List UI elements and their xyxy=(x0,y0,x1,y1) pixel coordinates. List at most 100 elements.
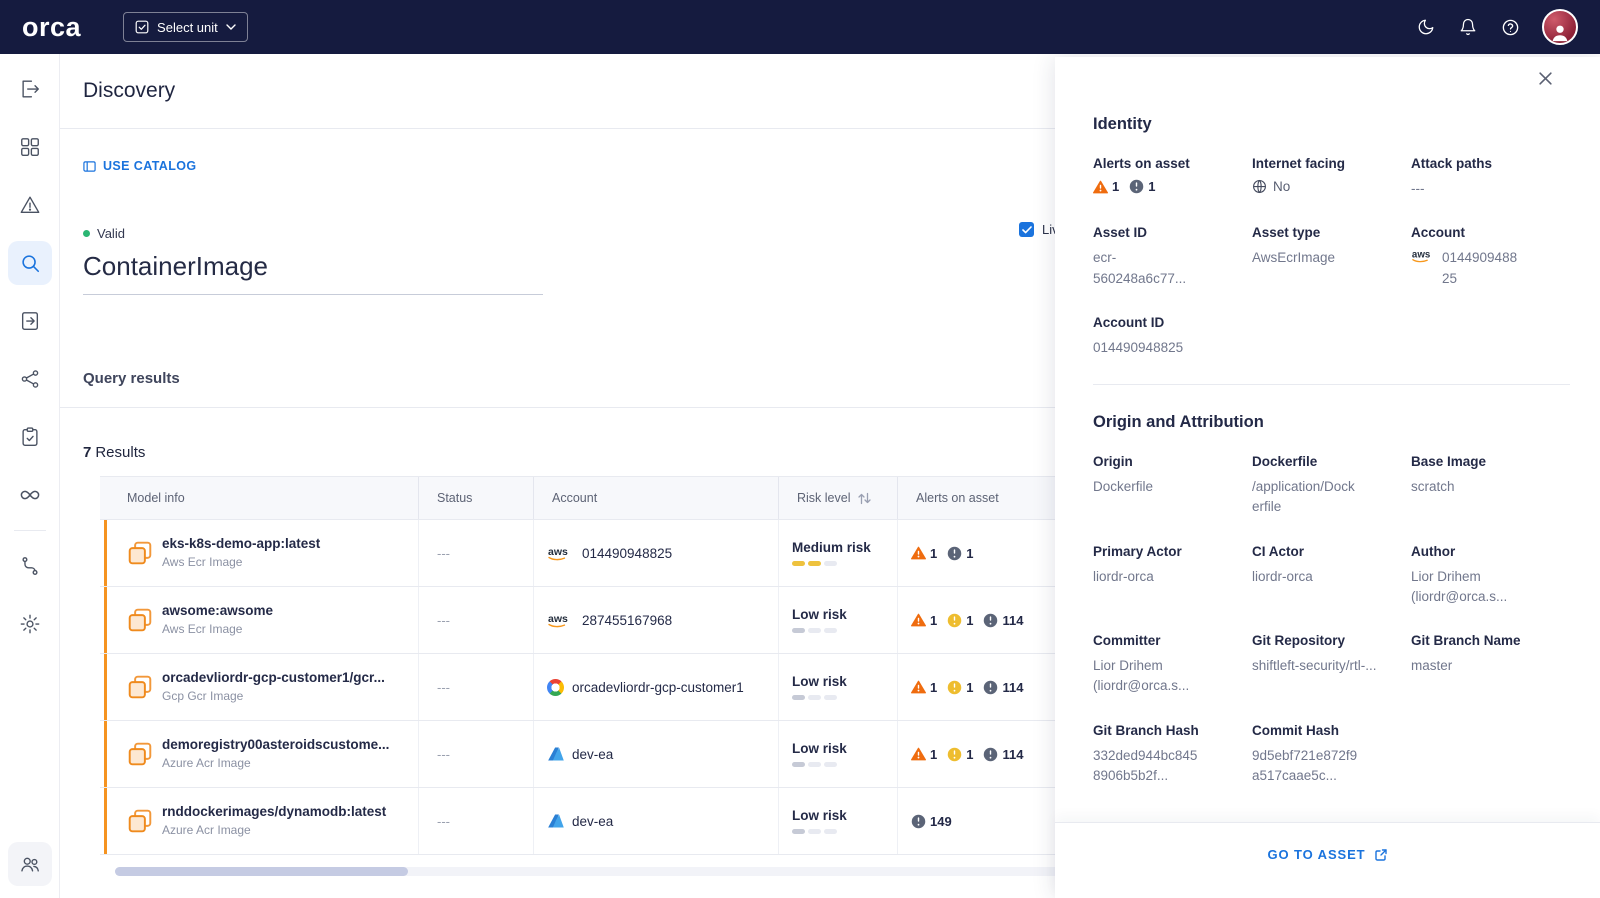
column-header-model-info[interactable]: Model info xyxy=(100,477,418,519)
use-catalog-label: USE CATALOG xyxy=(103,159,197,173)
alert-chip-medium: 1 xyxy=(947,680,973,695)
field-primary-actor: Primary Actor liordr-orca xyxy=(1093,544,1252,608)
field-value: 014490948825 xyxy=(1442,250,1518,286)
sidebar-item-graph[interactable] xyxy=(8,357,52,401)
go-to-asset-link[interactable]: GO TO ASSET xyxy=(1267,847,1387,862)
results-count: 7 Results xyxy=(83,444,145,461)
compliance-icon xyxy=(21,427,38,446)
svg-text:aws: aws xyxy=(548,546,568,558)
horizontal-scrollbar[interactable] xyxy=(115,867,1060,876)
pipeline-icon xyxy=(21,557,38,575)
field-value: liordr-orca xyxy=(1093,568,1154,584)
column-header-account[interactable]: Account xyxy=(533,477,778,519)
svg-text:aws: aws xyxy=(548,613,568,625)
sidebar-item-settings[interactable] xyxy=(8,602,52,646)
field-label: Account ID xyxy=(1093,314,1165,330)
user-avatar[interactable] xyxy=(1542,9,1578,45)
sort-icon[interactable] xyxy=(857,492,872,505)
sidebar-item-users[interactable] xyxy=(7,842,52,886)
aws-logo: aws xyxy=(1412,250,1430,263)
field-ci-actor: CI Actor liordr-orca xyxy=(1252,544,1411,608)
table-row[interactable]: demoregistry00asteroidscustome... Azure A… xyxy=(100,721,1140,788)
warning-icon xyxy=(911,747,926,761)
live-checkbox[interactable] xyxy=(1019,222,1034,237)
gcp-logo xyxy=(547,678,564,696)
table-row[interactable]: awsome:awsome Aws Ecr Image --- aws 28745… xyxy=(100,587,1140,654)
panel-divider xyxy=(1093,384,1570,385)
container-image-icon xyxy=(127,741,153,767)
info-icon xyxy=(984,747,998,761)
moon-icon xyxy=(1418,19,1434,35)
alert-count: 114 xyxy=(1002,679,1024,695)
alert-chip-info: 114 xyxy=(983,613,1023,628)
field-value: 014490948825 xyxy=(1093,339,1184,355)
model-info-cell: eks-k8s-demo-app:latest Aws Ecr Image xyxy=(100,520,418,586)
sidebar-item-dashboard[interactable] xyxy=(8,125,52,169)
alert-chip-warning: 1 xyxy=(911,546,937,561)
risk-label: Low risk xyxy=(792,808,847,823)
search-icon xyxy=(21,255,39,273)
column-header-status[interactable]: Status xyxy=(418,477,533,519)
alert-chip-warning: 1 xyxy=(911,613,937,628)
model-type: Azure Acr Image xyxy=(162,823,251,837)
query-input[interactable]: ContainerImage xyxy=(83,251,543,295)
table-row[interactable]: orcadevliordr-gcp-customer1/gcr... Gcp Gc… xyxy=(100,654,1140,721)
status-value: --- xyxy=(437,746,450,762)
info-icon xyxy=(984,680,998,694)
field-origin: Origin Dockerfile xyxy=(1093,454,1252,518)
field-git-branch-hash: Git Branch Hash 332ded944bc8458906b5b2f.… xyxy=(1093,723,1252,787)
identity-section-title: Identity xyxy=(1093,115,1152,133)
risk-meter xyxy=(792,695,847,700)
alert-count: 1 xyxy=(1148,179,1156,194)
field-alerts-on-asset: Alerts on asset 1 1 xyxy=(1093,156,1252,199)
help-button[interactable] xyxy=(1501,18,1520,37)
field-label: Primary Actor xyxy=(1093,543,1182,559)
notifications-button[interactable] xyxy=(1459,18,1477,36)
risk-label: Low risk xyxy=(792,607,847,622)
scrollbar-thumb[interactable] xyxy=(115,867,408,876)
column-header-risk-level[interactable]: Risk level xyxy=(778,477,897,519)
sidebar-item-alerts[interactable] xyxy=(8,183,52,227)
field-label: Alerts on asset xyxy=(1093,156,1190,171)
select-unit-button[interactable]: Select unit xyxy=(123,12,248,42)
field-value: shiftleft-security/rtl-... xyxy=(1252,658,1377,673)
status-value: --- xyxy=(437,679,450,695)
column-label: Alerts on asset xyxy=(916,491,999,505)
gate-icon xyxy=(21,80,39,98)
alert-chip-info: 114 xyxy=(983,747,1023,762)
field-value: Lior Drihem (liordr@orca.s... xyxy=(1411,568,1508,604)
sidebar-item-reports[interactable] xyxy=(8,299,52,343)
bell-icon xyxy=(1460,18,1476,36)
identity-grid: Alerts on asset 1 1 Internet facing No A… xyxy=(1093,156,1570,358)
results-table: Model info Status Account Risk level Ale… xyxy=(100,476,1140,855)
sidebar-item-discovery[interactable] xyxy=(7,241,52,285)
sidebar-item-gate[interactable] xyxy=(8,67,52,111)
table-row[interactable]: eks-k8s-demo-app:latest Aws Ecr Image ---… xyxy=(100,520,1140,587)
sidebar-item-compliance[interactable] xyxy=(8,415,52,459)
risk-cell: Low risk xyxy=(778,654,897,720)
reports-icon xyxy=(21,312,38,330)
close-panel-button[interactable] xyxy=(1538,71,1553,86)
sidebar-item-pipeline[interactable] xyxy=(8,544,52,588)
select-unit-label: Select unit xyxy=(157,19,218,35)
alert-chip-info: 114 xyxy=(983,680,1023,695)
theme-toggle-button[interactable] xyxy=(1417,18,1435,36)
risk-cell: Low risk xyxy=(778,721,897,787)
orca-logo[interactable]: orca xyxy=(22,12,81,43)
container-image-icon xyxy=(127,607,153,633)
field-label: Git Branch Hash xyxy=(1093,722,1199,738)
table-row[interactable]: rnddockerimages/dynamodb:latest Azure Acr… xyxy=(100,788,1140,855)
alert-count: 1 xyxy=(930,746,938,762)
model-info-cell: demoregistry00asteroidscustome... Azure A… xyxy=(100,721,418,787)
status-cell: --- xyxy=(418,788,533,854)
field-attack-paths: Attack paths --- xyxy=(1411,156,1570,199)
sidebar-item-shiftleft[interactable] xyxy=(8,473,52,517)
field-base-image: Base Image scratch xyxy=(1411,454,1570,518)
use-catalog-link[interactable]: USE CATALOG xyxy=(83,159,197,173)
account-value: orcadevliordr-gcp-customer1 xyxy=(572,679,744,695)
field-label: CI Actor xyxy=(1252,543,1305,559)
sidebar-divider xyxy=(13,530,46,531)
info-icon xyxy=(911,814,926,828)
field-label: Asset type xyxy=(1252,225,1321,241)
model-name: eks-k8s-demo-app:latest xyxy=(162,536,321,551)
